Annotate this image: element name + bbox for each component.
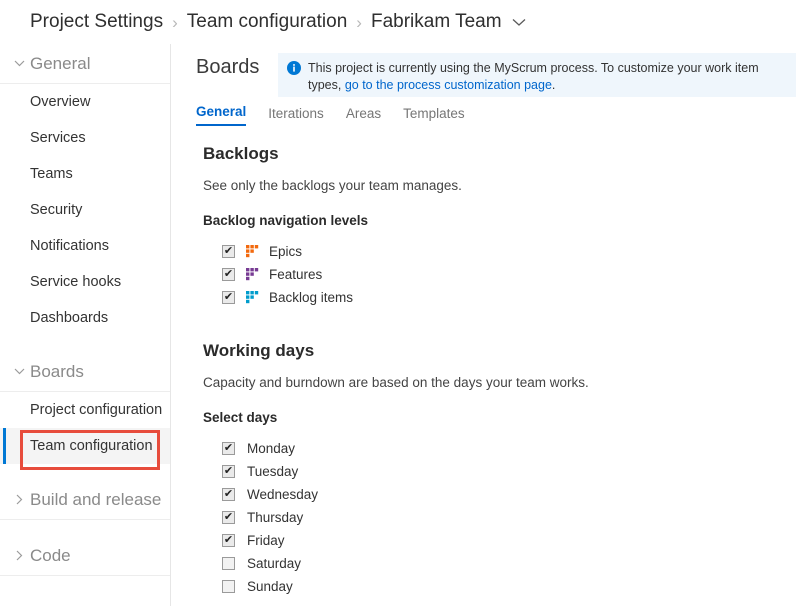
tab-iterations[interactable]: Iterations bbox=[268, 106, 324, 126]
sidebar-item-label: Overview bbox=[30, 94, 91, 110]
sidebar-item-service-hooks[interactable]: Service hooks bbox=[0, 264, 170, 300]
backlog-level-row-features[interactable]: Features bbox=[203, 263, 796, 286]
sidebar-item-label: Teams bbox=[30, 166, 73, 182]
sidebar-item-dashboards[interactable]: Dashboards bbox=[0, 300, 170, 336]
working-day-label: Sunday bbox=[247, 579, 293, 594]
backlog-level-label: Epics bbox=[269, 244, 303, 259]
backlog-level-row-epics[interactable]: Epics bbox=[203, 240, 796, 263]
settings-content: Backlogs See only the backlogs your team… bbox=[203, 144, 796, 598]
breadcrumb: Project Settings › Team configuration › … bbox=[0, 0, 796, 44]
sidebar-item-label: Services bbox=[30, 130, 86, 146]
breadcrumb-item-project-settings[interactable]: Project Settings bbox=[30, 11, 163, 33]
backlog-level-label: Features bbox=[269, 267, 323, 282]
chevron-right-icon bbox=[10, 494, 28, 505]
sidebar-item-label: Team configuration bbox=[30, 438, 153, 454]
checkbox-backlog-items[interactable] bbox=[222, 291, 235, 304]
working-days-title: Working days bbox=[203, 341, 315, 360]
working-days-description: Capacity and burndown are based on the d… bbox=[203, 375, 589, 390]
app-root: Project Settings › Team configuration › … bbox=[0, 0, 796, 606]
checkbox-monday[interactable] bbox=[222, 442, 235, 455]
sidebar: General Overview Services Teams Security… bbox=[0, 44, 171, 606]
working-day-label: Tuesday bbox=[247, 464, 299, 479]
backlog-level-icon-backlog-items bbox=[246, 290, 260, 305]
tab-bar: General Iterations Areas Templates bbox=[196, 104, 465, 126]
sidebar-item-project-configuration[interactable]: Project configuration bbox=[0, 392, 170, 428]
sidebar-section-label: Build and release bbox=[30, 489, 162, 509]
backlog-level-icon-epics bbox=[246, 244, 260, 259]
sidebar-item-notifications[interactable]: Notifications bbox=[0, 228, 170, 264]
sidebar-section-label: Boards bbox=[30, 361, 84, 381]
sidebar-item-teams[interactable]: Teams bbox=[0, 156, 170, 192]
backlogs-description: See only the backlogs your team manages. bbox=[203, 178, 462, 193]
working-day-row-wednesday[interactable]: Wednesday bbox=[203, 483, 796, 506]
sidebar-item-label: Project configuration bbox=[30, 402, 163, 418]
chevron-down-icon[interactable] bbox=[512, 18, 526, 27]
sidebar-section-code[interactable]: Code bbox=[0, 536, 170, 576]
breadcrumb-item-team-configuration[interactable]: Team configuration bbox=[187, 11, 348, 33]
checkbox-friday[interactable] bbox=[222, 534, 235, 547]
working-day-label: Friday bbox=[247, 533, 285, 548]
sidebar-section-general[interactable]: General bbox=[0, 44, 170, 84]
checkbox-thursday[interactable] bbox=[222, 511, 235, 524]
tab-templates[interactable]: Templates bbox=[403, 106, 465, 126]
checkbox-tuesday[interactable] bbox=[222, 465, 235, 478]
sidebar-section-build-and-release[interactable]: Build and release bbox=[0, 480, 170, 520]
working-day-row-tuesday[interactable]: Tuesday bbox=[203, 460, 796, 483]
checkbox-wednesday[interactable] bbox=[222, 488, 235, 501]
select-days-label: Select days bbox=[203, 410, 278, 425]
info-banner-text: This project is currently using the MySc… bbox=[308, 60, 786, 97]
info-banner-text-after: . bbox=[551, 78, 556, 92]
breadcrumb-item-fabrikam-team[interactable]: Fabrikam Team bbox=[371, 11, 502, 33]
working-day-row-sunday[interactable]: Sunday bbox=[203, 575, 796, 598]
sidebar-item-label: Service hooks bbox=[30, 274, 122, 290]
chevron-down-icon bbox=[10, 368, 28, 375]
sidebar-item-label: Notifications bbox=[30, 238, 109, 254]
backlog-level-icon-features bbox=[246, 267, 260, 282]
process-customization-link[interactable]: go to the process customization page bbox=[345, 78, 552, 92]
sidebar-item-label: Dashboards bbox=[30, 310, 109, 326]
working-day-row-saturday[interactable]: Saturday bbox=[203, 552, 796, 575]
working-day-row-friday[interactable]: Friday bbox=[203, 529, 796, 552]
sidebar-item-overview[interactable]: Overview bbox=[0, 84, 170, 120]
main-content: Boards This project is currently using t… bbox=[171, 44, 796, 606]
backlog-level-label: Backlog items bbox=[269, 290, 354, 305]
sidebar-section-label: General bbox=[30, 53, 91, 73]
breadcrumb-separator: › bbox=[172, 12, 178, 32]
checkbox-sunday[interactable] bbox=[222, 580, 235, 593]
backlog-navigation-levels-label: Backlog navigation levels bbox=[203, 213, 369, 228]
page-title: Boards bbox=[196, 56, 260, 78]
working-day-label: Thursday bbox=[247, 510, 304, 525]
sidebar-section-label: Code bbox=[30, 545, 71, 565]
info-icon bbox=[287, 61, 301, 97]
working-day-row-monday[interactable]: Monday bbox=[203, 437, 796, 460]
working-day-row-thursday[interactable]: Thursday bbox=[203, 506, 796, 529]
backlogs-title: Backlogs bbox=[203, 144, 279, 163]
sidebar-item-security[interactable]: Security bbox=[0, 192, 170, 228]
sidebar-item-team-configuration[interactable]: Team configuration bbox=[0, 428, 170, 464]
sidebar-item-label: Security bbox=[30, 202, 83, 218]
chevron-down-icon bbox=[10, 60, 28, 67]
tab-areas[interactable]: Areas bbox=[346, 106, 381, 126]
info-banner: This project is currently using the MySc… bbox=[278, 53, 796, 97]
tab-general[interactable]: General bbox=[196, 104, 247, 126]
backlog-level-row-backlog-items[interactable]: Backlog items bbox=[203, 286, 796, 309]
working-day-label: Monday bbox=[247, 441, 296, 456]
checkbox-epics[interactable] bbox=[222, 245, 235, 258]
chevron-right-icon bbox=[10, 550, 28, 561]
checkbox-saturday[interactable] bbox=[222, 557, 235, 570]
sidebar-section-boards[interactable]: Boards bbox=[0, 352, 170, 392]
breadcrumb-separator: › bbox=[356, 12, 362, 32]
working-day-label: Saturday bbox=[247, 556, 302, 571]
sidebar-item-services[interactable]: Services bbox=[0, 120, 170, 156]
working-day-label: Wednesday bbox=[247, 487, 319, 502]
checkbox-features[interactable] bbox=[222, 268, 235, 281]
